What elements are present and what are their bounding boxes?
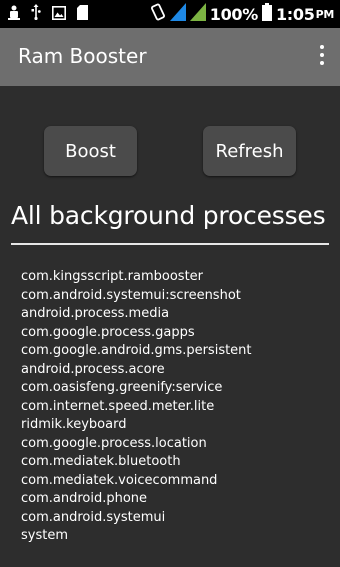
- refresh-button[interactable]: Refresh: [203, 126, 296, 176]
- process-item: com.google.process.location: [21, 435, 207, 451]
- process-item: com.mediatek.bluetooth: [21, 454, 181, 469]
- process-item: system: [21, 528, 68, 543]
- app-title: Ram Booster: [18, 44, 147, 68]
- process-item: com.android.systemui:screenshot: [21, 287, 241, 303]
- section-title: All background processes: [11, 201, 326, 230]
- boost-button[interactable]: Boost: [44, 126, 137, 176]
- section-divider: [11, 243, 329, 245]
- vibrate-icon: [150, 3, 166, 25]
- battery-icon: [261, 3, 272, 25]
- sd-card-icon: [77, 4, 88, 24]
- process-item: com.android.systemui: [21, 509, 166, 525]
- process-item: com.oasisfeng.greenify:service: [21, 380, 223, 395]
- clock-time: 1:05: [275, 4, 315, 24]
- process-item: com.google.process.gapps: [21, 324, 195, 340]
- process-item: com.internet.speed.meter.lite: [21, 398, 215, 414]
- signal-icon-2: [189, 3, 206, 25]
- signal-icon-1: [169, 3, 186, 25]
- process-item: android.process.acore: [21, 361, 165, 377]
- process-item: com.mediatek.voicecommand: [21, 472, 218, 488]
- process-item: android.process.media: [21, 306, 170, 321]
- status-bar-system: 100% 1:05 PM: [150, 3, 334, 25]
- process-list: com.kingsscript.rambooster com.android.s…: [21, 268, 252, 546]
- app-screen: 100% 1:05 PM Ram Booster Boost Refresh A…: [0, 0, 340, 567]
- usb-icon: [31, 4, 41, 24]
- status-bar-notifications: [8, 4, 88, 24]
- status-bar: 100% 1:05 PM: [0, 0, 340, 28]
- image-icon: [52, 5, 66, 24]
- clock-suffix: PM: [315, 7, 335, 21]
- process-item: com.google.android.gms.persistent: [21, 343, 252, 358]
- overflow-menu-icon[interactable]: [318, 45, 326, 69]
- notification-icon: [8, 4, 20, 24]
- process-item: ridmik.keyboard: [21, 417, 127, 432]
- process-item: com.android.phone: [21, 491, 148, 506]
- process-item: com.kingsscript.rambooster: [21, 269, 204, 284]
- battery-percent: 100%: [209, 4, 259, 24]
- app-bar: Ram Booster: [0, 28, 340, 86]
